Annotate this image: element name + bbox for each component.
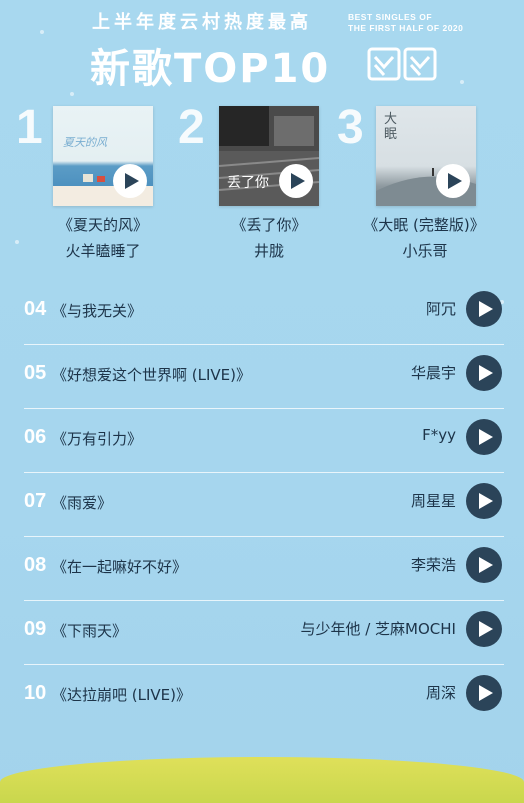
song-title[interactable]: 《夏天的风》 bbox=[40, 214, 166, 235]
artist-name[interactable]: 阿冗 bbox=[426, 298, 456, 319]
list-item[interactable]: 10 《达拉崩吧 (LIVE)》 周深 bbox=[24, 664, 504, 728]
play-button[interactable] bbox=[466, 547, 502, 583]
play-button[interactable] bbox=[466, 355, 502, 391]
song-title[interactable]: 《下雨天》 bbox=[52, 620, 127, 641]
rank-number: 2 bbox=[178, 101, 205, 154]
rank-number: 1 bbox=[16, 101, 43, 154]
list-item[interactable]: 08 《在一起嘛好不好》 李荣浩 bbox=[24, 536, 504, 601]
rank-number: 10 bbox=[24, 682, 47, 704]
play-icon bbox=[478, 365, 493, 381]
artist-name[interactable]: 小乐哥 bbox=[362, 240, 488, 261]
header-subtitle-en-line1: BEST SINGLES OF bbox=[348, 12, 433, 22]
play-icon bbox=[124, 173, 139, 189]
play-button[interactable] bbox=[466, 483, 502, 519]
play-button[interactable] bbox=[466, 675, 502, 711]
song-title[interactable]: 《好想爱这个世界啊 (LIVE)》 bbox=[52, 364, 251, 385]
rank-number: 05 bbox=[24, 362, 47, 384]
play-button[interactable] bbox=[466, 419, 502, 455]
artist-name[interactable]: 周深 bbox=[426, 682, 456, 703]
play-icon bbox=[478, 621, 493, 637]
play-icon bbox=[478, 557, 493, 573]
artist-name[interactable]: 李荣浩 bbox=[411, 554, 456, 575]
rank-number: 08 bbox=[24, 554, 47, 576]
list-item[interactable]: 07 《雨爱》 周星星 bbox=[24, 472, 504, 537]
artist-name[interactable]: 华晨宇 bbox=[411, 362, 456, 383]
play-button[interactable] bbox=[466, 291, 502, 327]
double-chevron-icon bbox=[367, 47, 437, 81]
ground-decoration bbox=[0, 757, 524, 803]
header-subtitle-en-line2: THE FIRST HALF OF 2020 bbox=[348, 23, 464, 33]
song-title[interactable]: 《在一起嘛好不好》 bbox=[52, 556, 187, 577]
song-title[interactable]: 《达拉崩吧 (LIVE)》 bbox=[52, 684, 191, 705]
song-title[interactable]: 《与我无关》 bbox=[52, 300, 142, 321]
play-button[interactable] bbox=[436, 164, 470, 198]
decor-dot bbox=[40, 30, 44, 34]
decor-dot bbox=[15, 240, 19, 244]
rank-number: 06 bbox=[24, 426, 47, 448]
header-subtitle-cn: 上半年度云村热度最高 bbox=[92, 12, 312, 33]
song-title[interactable]: 《万有引力》 bbox=[52, 428, 142, 449]
play-icon bbox=[478, 685, 493, 701]
play-icon bbox=[290, 173, 305, 189]
decor-dot bbox=[70, 92, 74, 96]
list-item[interactable]: 09 《下雨天》 与少年他 / 芝麻MOCHI bbox=[24, 600, 504, 665]
play-icon bbox=[478, 493, 493, 509]
play-icon bbox=[447, 173, 462, 189]
chart-page: 上半年度云村热度最高 BEST SINGLES OF THE FIRST HAL… bbox=[0, 0, 524, 803]
artist-name[interactable]: 井胧 bbox=[206, 240, 332, 261]
artist-name[interactable]: 与少年他 / 芝麻MOCHI bbox=[300, 618, 456, 639]
song-title[interactable]: 《雨爱》 bbox=[52, 492, 112, 513]
page-title: 新歌TOP10 bbox=[90, 46, 331, 92]
album-cover[interactable]: 大眠 bbox=[376, 106, 476, 206]
rank-number: 04 bbox=[24, 298, 47, 320]
cover-text: 夏天的风 bbox=[63, 136, 107, 149]
list-item[interactable]: 06 《万有引力》 F*yy bbox=[24, 408, 504, 473]
artist-name[interactable]: 周星星 bbox=[411, 490, 456, 511]
list-item[interactable]: 05 《好想爱这个世界啊 (LIVE)》 华晨宇 bbox=[24, 344, 504, 409]
decor-dot bbox=[460, 80, 464, 84]
album-cover[interactable]: 夏天的风 bbox=[53, 106, 153, 206]
play-icon bbox=[478, 301, 493, 317]
cover-text: 大眠 bbox=[384, 112, 398, 142]
play-icon bbox=[478, 429, 493, 445]
play-button[interactable] bbox=[466, 611, 502, 647]
rank-number: 09 bbox=[24, 618, 47, 640]
rank-number: 3 bbox=[337, 101, 364, 154]
play-button[interactable] bbox=[279, 164, 313, 198]
cover-text: 丢了你 bbox=[227, 175, 269, 191]
rank-number: 07 bbox=[24, 490, 47, 512]
album-cover[interactable]: 丢了你 bbox=[219, 106, 319, 206]
song-title[interactable]: 《大眠 (完整版)》 bbox=[344, 214, 504, 235]
song-title[interactable]: 《丢了你》 bbox=[206, 214, 332, 235]
play-button[interactable] bbox=[113, 164, 147, 198]
artist-name[interactable]: 火羊瞌睡了 bbox=[40, 240, 166, 261]
list-item[interactable]: 04 《与我无关》 阿冗 bbox=[24, 280, 504, 345]
header-subtitle-en: BEST SINGLES OF THE FIRST HALF OF 2020 bbox=[348, 12, 478, 34]
artist-name[interactable]: F*yy bbox=[422, 426, 456, 444]
